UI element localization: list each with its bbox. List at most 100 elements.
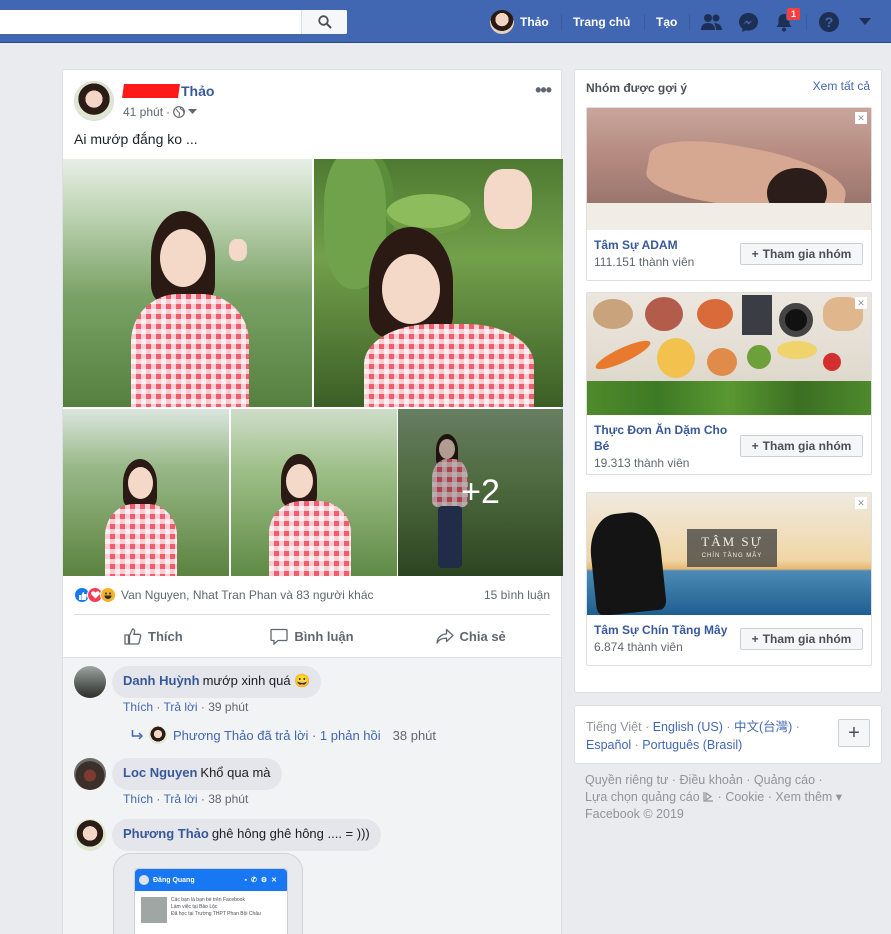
join-group-button[interactable]: + Tham gia nhóm [740,435,863,457]
footer-link[interactable]: Cookie [725,790,764,804]
group-name[interactable]: Thực Đơn Ăn Dặm Cho Bé [594,422,729,454]
language-link[interactable]: English (US) [653,720,723,734]
current-language: Tiếng Việt [586,720,642,734]
group-name[interactable]: Tâm Sự Chín Tầng Mây [594,622,734,638]
cover-title-box: TÂM SỰ CHÍN TẦNG MÂY [687,529,777,567]
language-link[interactable]: 中文(台灣) [734,720,792,734]
replies-link[interactable]: Phương Thảo đã trả lời · 1 phản hồi [173,728,381,743]
footer-link[interactable]: Quyền riêng tư [585,773,668,787]
comment-item: Loc Nguyen Khổ qua mà [74,758,282,790]
post-photo-4[interactable] [231,409,397,576]
cover-subtitle: CHÍN TẦNG MÂY [701,553,763,559]
chat-contact-name: Đăng Quang [153,876,195,884]
post-photo-1[interactable] [63,159,312,407]
author-name[interactable]: Thảo [122,83,214,99]
like-label: Thích [148,628,183,644]
suggested-groups-card: Nhóm được gợi ý Xem tất cả ✕ Tâm Sự ADAM… [574,69,882,693]
commenter-name[interactable]: Phương Thảo [123,826,209,841]
post-photo-3[interactable] [63,409,229,576]
footer-link[interactable]: Xem thêm [775,790,832,804]
comment-time[interactable]: 38 phút [208,792,248,806]
comment-actions: Thích · Trả lời · 39 phút [123,700,249,714]
commenter-avatar[interactable] [74,758,106,790]
suggested-groups-title: Nhóm được gợi ý [586,81,688,95]
group-members: 6.874 thành viên [594,640,683,654]
comment-button[interactable]: Bình luận [233,620,392,652]
post-timestamp[interactable]: 41 phút [123,105,163,119]
language-link[interactable]: Português (Brasil) [642,738,742,752]
commenter-name[interactable]: Danh Huỳnh [123,673,200,688]
post-options-icon[interactable]: ••• [535,80,552,101]
comment-like-link[interactable]: Thích [123,700,153,714]
footer-link[interactable]: Lựa chọn quảng cáo [585,790,700,804]
thumbs-up-icon [124,627,142,645]
globe-icon[interactable] [173,106,185,118]
chat-line: Đã học tại Trường THPT Phan Bội Châu [171,911,261,917]
close-icon[interactable]: ✕ [855,497,867,509]
close-icon[interactable]: ✕ [855,297,867,309]
more-photos-overlay[interactable]: +2 [398,409,563,576]
comment-reply-link[interactable]: Trả lời [163,700,197,714]
plus-icon: + [751,439,759,453]
comment-time[interactable]: 39 phút [208,700,248,714]
comment-like-link[interactable]: Thích [123,792,153,806]
group-cover-image[interactable] [587,108,871,230]
share-button[interactable]: Chia sẻ [391,620,550,652]
cover-title: TÂM SỰ [701,534,763,549]
comments-count-link[interactable]: 15 bình luận [484,588,550,602]
comment-text: mướp xinh quá 😀 [202,673,311,688]
post-photo-2[interactable] [314,159,563,407]
group-cover-image[interactable]: TÂM SỰ CHÍN TẦNG MÂY [587,493,871,615]
haha-reaction-icon[interactable] [100,587,116,603]
nav-divider [644,14,645,30]
profile-name: Thảo [520,15,549,29]
like-button[interactable]: Thích [74,620,233,652]
search-button[interactable] [301,10,347,34]
commenter-avatar[interactable] [74,819,106,851]
chevron-down-icon[interactable] [188,109,198,115]
group-cover-image[interactable] [587,293,871,415]
replies-summary[interactable]: Phương Thảo đã trả lời · 1 phản hồi 38 p… [131,726,436,744]
add-language-button[interactable]: + [838,719,870,747]
footer-link[interactable]: Điều khoản [680,773,743,787]
messenger-icon[interactable] [736,10,760,34]
group-name[interactable]: Tâm Sự ADAM [594,237,729,253]
footer-link[interactable]: Quảng cáo [754,773,815,787]
notification-badge: 1 [786,7,802,21]
post-meta: 41 phút · [123,105,198,119]
home-link[interactable]: Trang chủ [573,10,630,34]
friend-requests-icon[interactable] [700,10,724,34]
see-all-link[interactable]: Xem tất cả [813,79,870,93]
create-link[interactable]: Tạo [656,10,677,34]
language-link[interactable]: Español [586,738,631,752]
close-icon[interactable]: ✕ [855,112,867,124]
commenter-avatar[interactable] [74,666,106,698]
join-group-button[interactable]: + Tham gia nhóm [740,243,863,265]
language-list: Tiếng Việt · English (US) · 中文(台灣) · Esp… [586,720,800,752]
comment-item: Phương Thảo ghê hông ghê hông .... = ))) [74,819,381,851]
profile-link[interactable]: Thảo [490,10,549,34]
comment-attached-screenshot[interactable]: Đăng Quang ▪✆⚙✕ Các bạn là bạn bè trên F… [113,853,303,934]
chevron-down-icon[interactable]: ▾ [832,790,842,804]
commenter-name[interactable]: Loc Nguyen [123,765,197,780]
post-photo-5[interactable]: +2 [398,409,563,576]
meta-separator: · [166,105,171,119]
nav-divider [689,14,690,30]
chat-profile-photo [141,897,167,923]
search-input[interactable] [0,10,347,34]
footer: Quyền riêng tư · Điều khoản · Quảng cáo … [585,773,843,821]
reaction-names-link[interactable]: Van Nguyen, Nhat Tran Phan và 83 người k… [121,588,374,602]
comment-label: Bình luận [294,628,354,644]
redaction-mark [122,84,180,98]
chat-line: Các bạn là bạn bè trên Facebook [171,897,245,903]
ad-choices-icon[interactable] [703,791,714,802]
comment-reply-link[interactable]: Trả lời [163,792,197,806]
chat-header-icons: ▪✆⚙✕ [244,877,281,884]
avatar [490,10,514,34]
join-group-button[interactable]: + Tham gia nhóm [740,628,863,650]
feed-post: Thảo 41 phút · ••• Ai mướp đắng ko ... +… [62,69,563,934]
account-menu-chevron-icon[interactable] [853,10,877,34]
comment-bubble: Phương Thảo ghê hông ghê hông .... = ))) [112,819,381,851]
help-icon[interactable]: ? [817,10,841,34]
author-avatar[interactable] [74,81,114,121]
